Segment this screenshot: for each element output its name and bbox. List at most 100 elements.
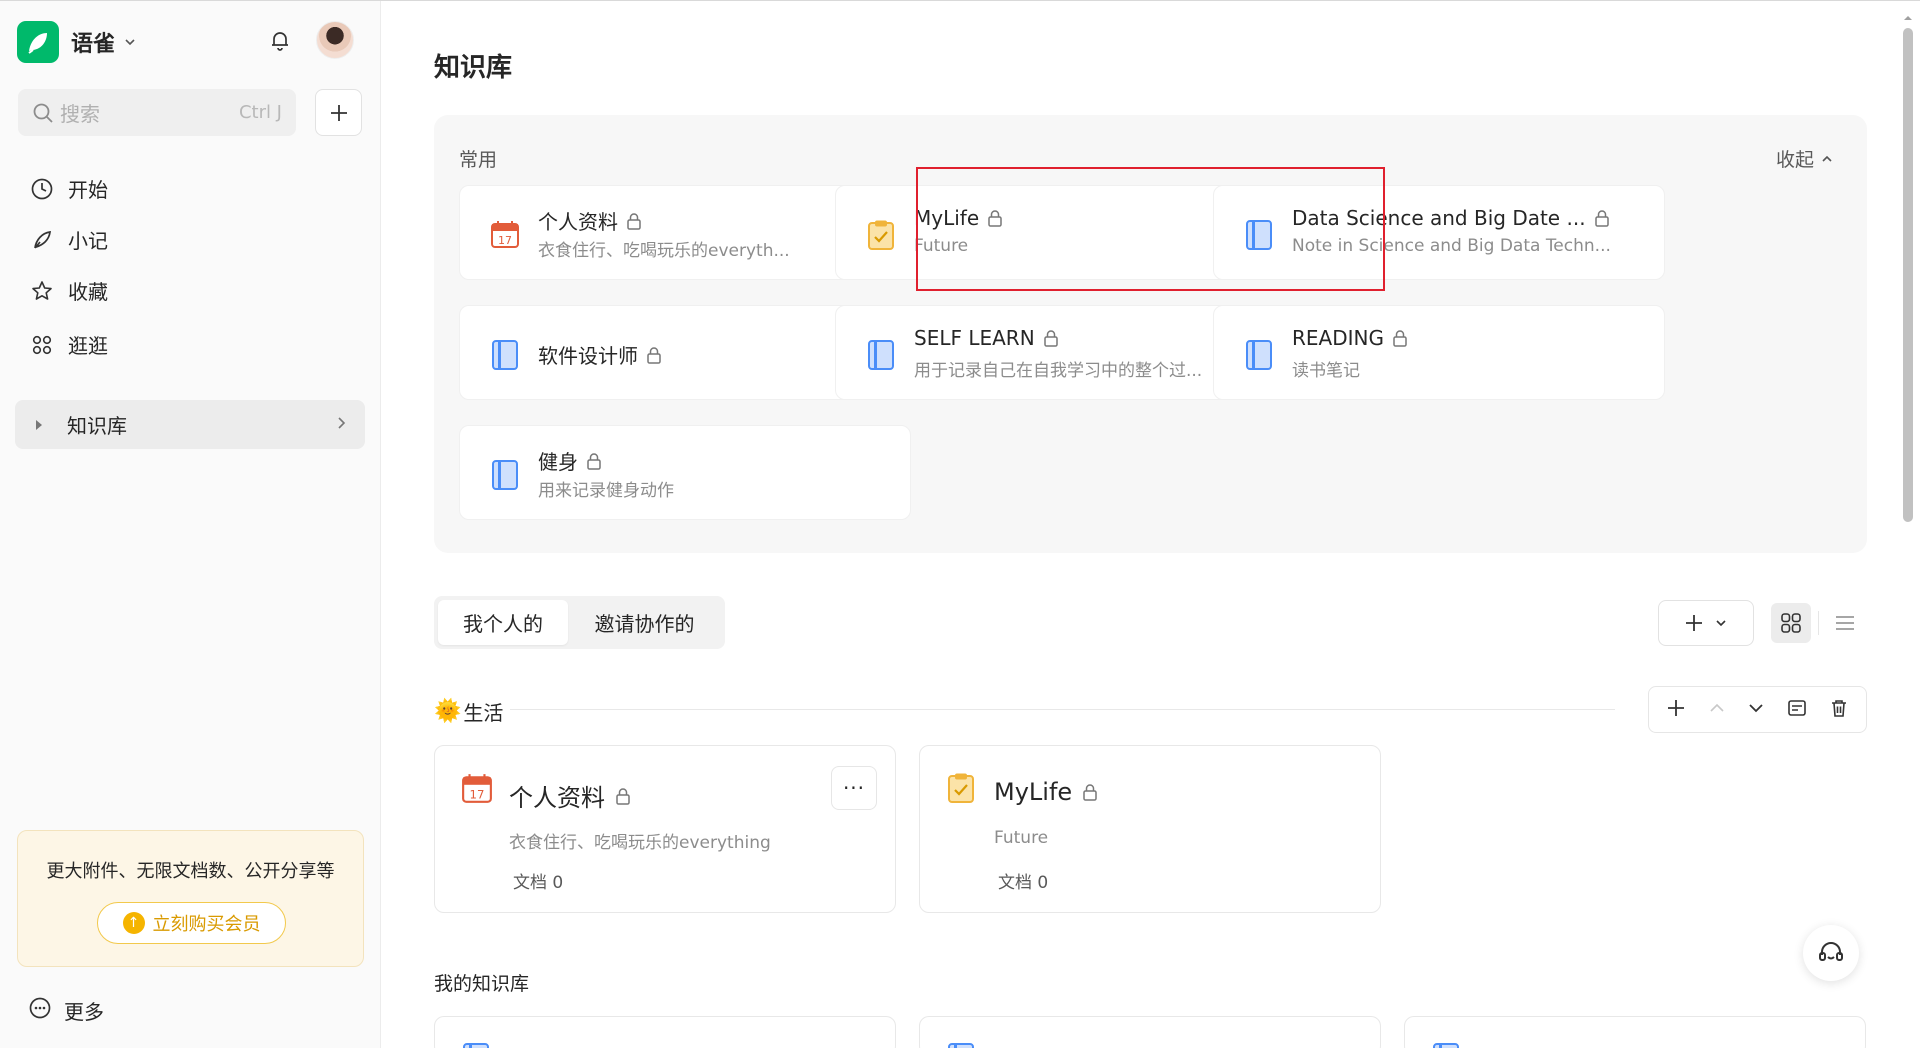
sidebar-item-explore[interactable]: 逛逛: [28, 330, 108, 359]
search-shortcut: Ctrl J: [238, 102, 282, 123]
divider: [1818, 611, 1819, 635]
chevron-down-icon: [1716, 620, 1726, 627]
calendar-icon: 17: [461, 772, 493, 808]
plus-icon: [1686, 615, 1702, 631]
lock-icon: [627, 212, 641, 230]
my-knowledge-base-heading: 我的知识库: [434, 973, 530, 995]
book-icon: [866, 339, 896, 375]
sidebar-item-start[interactable]: 开始: [28, 174, 108, 203]
sidebar-item-label: 逛逛: [68, 334, 108, 358]
lock-icon: [587, 452, 601, 470]
list-view-button[interactable]: [1825, 603, 1865, 643]
grid-view-button[interactable]: [1771, 603, 1811, 643]
chevron-down-icon: [125, 39, 135, 46]
yuque-logo-icon: [17, 21, 59, 63]
book-card[interactable]: 17 个人资料 衣食住行、吃喝玩乐的everything 文档 0 ···: [434, 745, 896, 913]
sidebar-item-notes[interactable]: 小记: [28, 225, 108, 254]
sidebar-item-label: 小记: [68, 229, 108, 253]
sidebar-item-label: 收藏: [68, 280, 108, 304]
tab-personal[interactable]: 我个人的: [438, 600, 568, 645]
chevron-down-icon[interactable]: [1747, 699, 1765, 721]
chevron-right-icon: [338, 417, 346, 429]
pen-icon: [28, 226, 56, 254]
book-icon: [1244, 339, 1274, 375]
sidebar-item-favorites[interactable]: 收藏: [28, 276, 108, 305]
search-placeholder: 搜索: [60, 102, 100, 126]
book-card[interactable]: MyLife Future 文档 0: [919, 745, 1381, 913]
page-title: 知识库: [434, 53, 513, 83]
bell-icon[interactable]: [268, 28, 292, 56]
common-card-title: 个人资料: [538, 210, 618, 234]
group-toolbar: [1648, 686, 1867, 733]
svg-text:17: 17: [498, 234, 512, 247]
book-card-title: 个人资料: [509, 784, 605, 812]
common-card-subtitle: 衣食住行、吃喝玩乐的everyth...: [538, 241, 790, 261]
scroll-up-arrow-icon[interactable]: [1903, 8, 1913, 20]
main-content: 知识库 常用 收起 17 个人资料 衣食住行、吃喝玩乐的everyth... M…: [381, 1, 1920, 1048]
sidebar-item-label: 开始: [68, 178, 108, 202]
calendar-icon: 17: [490, 219, 520, 253]
search-icon: [33, 103, 53, 123]
arrow-up-icon: ↑: [122, 912, 145, 934]
common-card-title: 健身: [538, 450, 578, 474]
common-card[interactable]: 健身 用来记录健身动作: [459, 425, 911, 520]
grid-view-icon: [1781, 613, 1801, 633]
app-name: 语雀: [71, 32, 116, 57]
common-card[interactable]: READING 读书笔记: [1213, 305, 1665, 400]
book-card-doc-count: 文档 0: [513, 873, 564, 893]
group-header: 🌞 生活: [434, 697, 503, 726]
sun-emoji-icon: 🌞: [434, 699, 462, 724]
sidebar-item-label: 更多: [64, 1000, 104, 1024]
list-view-icon: [1836, 616, 1854, 630]
book-card[interactable]: [434, 1016, 896, 1048]
trash-icon[interactable]: [1829, 698, 1849, 722]
common-card-subtitle: 用来记录健身动作: [538, 481, 674, 501]
brand[interactable]: 语雀: [17, 21, 137, 63]
new-dropdown-button[interactable]: [1658, 600, 1754, 646]
sidebar: 语雀 搜索 Ctrl J 开始 小记 收藏 逛逛 知识库 更大附件、无限文档数、…: [0, 1, 381, 1048]
common-card-subtitle: 读书笔记: [1292, 361, 1360, 381]
sidebar-item-more[interactable]: 更多: [28, 996, 104, 1025]
collapse-button[interactable]: 收起: [1776, 145, 1834, 172]
book-card[interactable]: [919, 1016, 1381, 1048]
common-card-title: READING: [1292, 326, 1384, 350]
sidebar-item-knowledge-base[interactable]: 知识库: [15, 400, 365, 449]
collapse-label: 收起: [1775, 149, 1814, 171]
plus-icon: [330, 104, 347, 121]
more-options-button[interactable]: ···: [831, 766, 877, 810]
avatar[interactable]: [316, 21, 354, 59]
lock-icon: [1043, 330, 1058, 347]
lock-icon: [1393, 330, 1407, 347]
common-label: 常用: [459, 149, 498, 171]
add-button[interactable]: [315, 89, 362, 136]
scrollbar-thumb[interactable]: [1903, 28, 1913, 522]
clipboard-icon: [866, 219, 896, 255]
book-card-title: MyLife: [994, 778, 1073, 806]
selection-highlight: [916, 167, 1385, 291]
more-circle-icon: [28, 996, 52, 1025]
svg-text:17: 17: [470, 788, 485, 802]
common-card-subtitle: 用于记录自己在自我学习中的整个过...: [914, 361, 1203, 381]
book-icon: [1431, 1042, 1461, 1048]
rename-icon[interactable]: [1787, 698, 1807, 722]
search-input[interactable]: 搜索 Ctrl J: [18, 89, 296, 136]
book-card-description: Future: [994, 828, 1049, 848]
scope-tabs: 我个人的 邀请协作的: [434, 596, 725, 649]
chevron-up-icon[interactable]: [1708, 699, 1726, 721]
divider: [510, 709, 1615, 710]
star-icon: [28, 277, 56, 305]
book-icon: [946, 1042, 976, 1048]
caret-right-icon: [36, 419, 42, 430]
clock-icon: [28, 175, 56, 203]
buy-membership-button[interactable]: ↑ 立刻购买会员: [97, 902, 286, 944]
tab-collaborations[interactable]: 邀请协作的: [568, 600, 721, 645]
clipboard-icon: [946, 772, 976, 808]
plus-icon[interactable]: [1666, 698, 1686, 722]
help-button[interactable]: [1803, 925, 1859, 981]
headset-icon: [1819, 942, 1843, 961]
book-card[interactable]: [1404, 1016, 1866, 1048]
common-card-title: SELF LEARN: [914, 326, 1035, 350]
book-card-doc-count: 文档 0: [998, 873, 1049, 893]
book-icon: [461, 1042, 491, 1048]
chevron-up-icon: [1822, 155, 1832, 162]
